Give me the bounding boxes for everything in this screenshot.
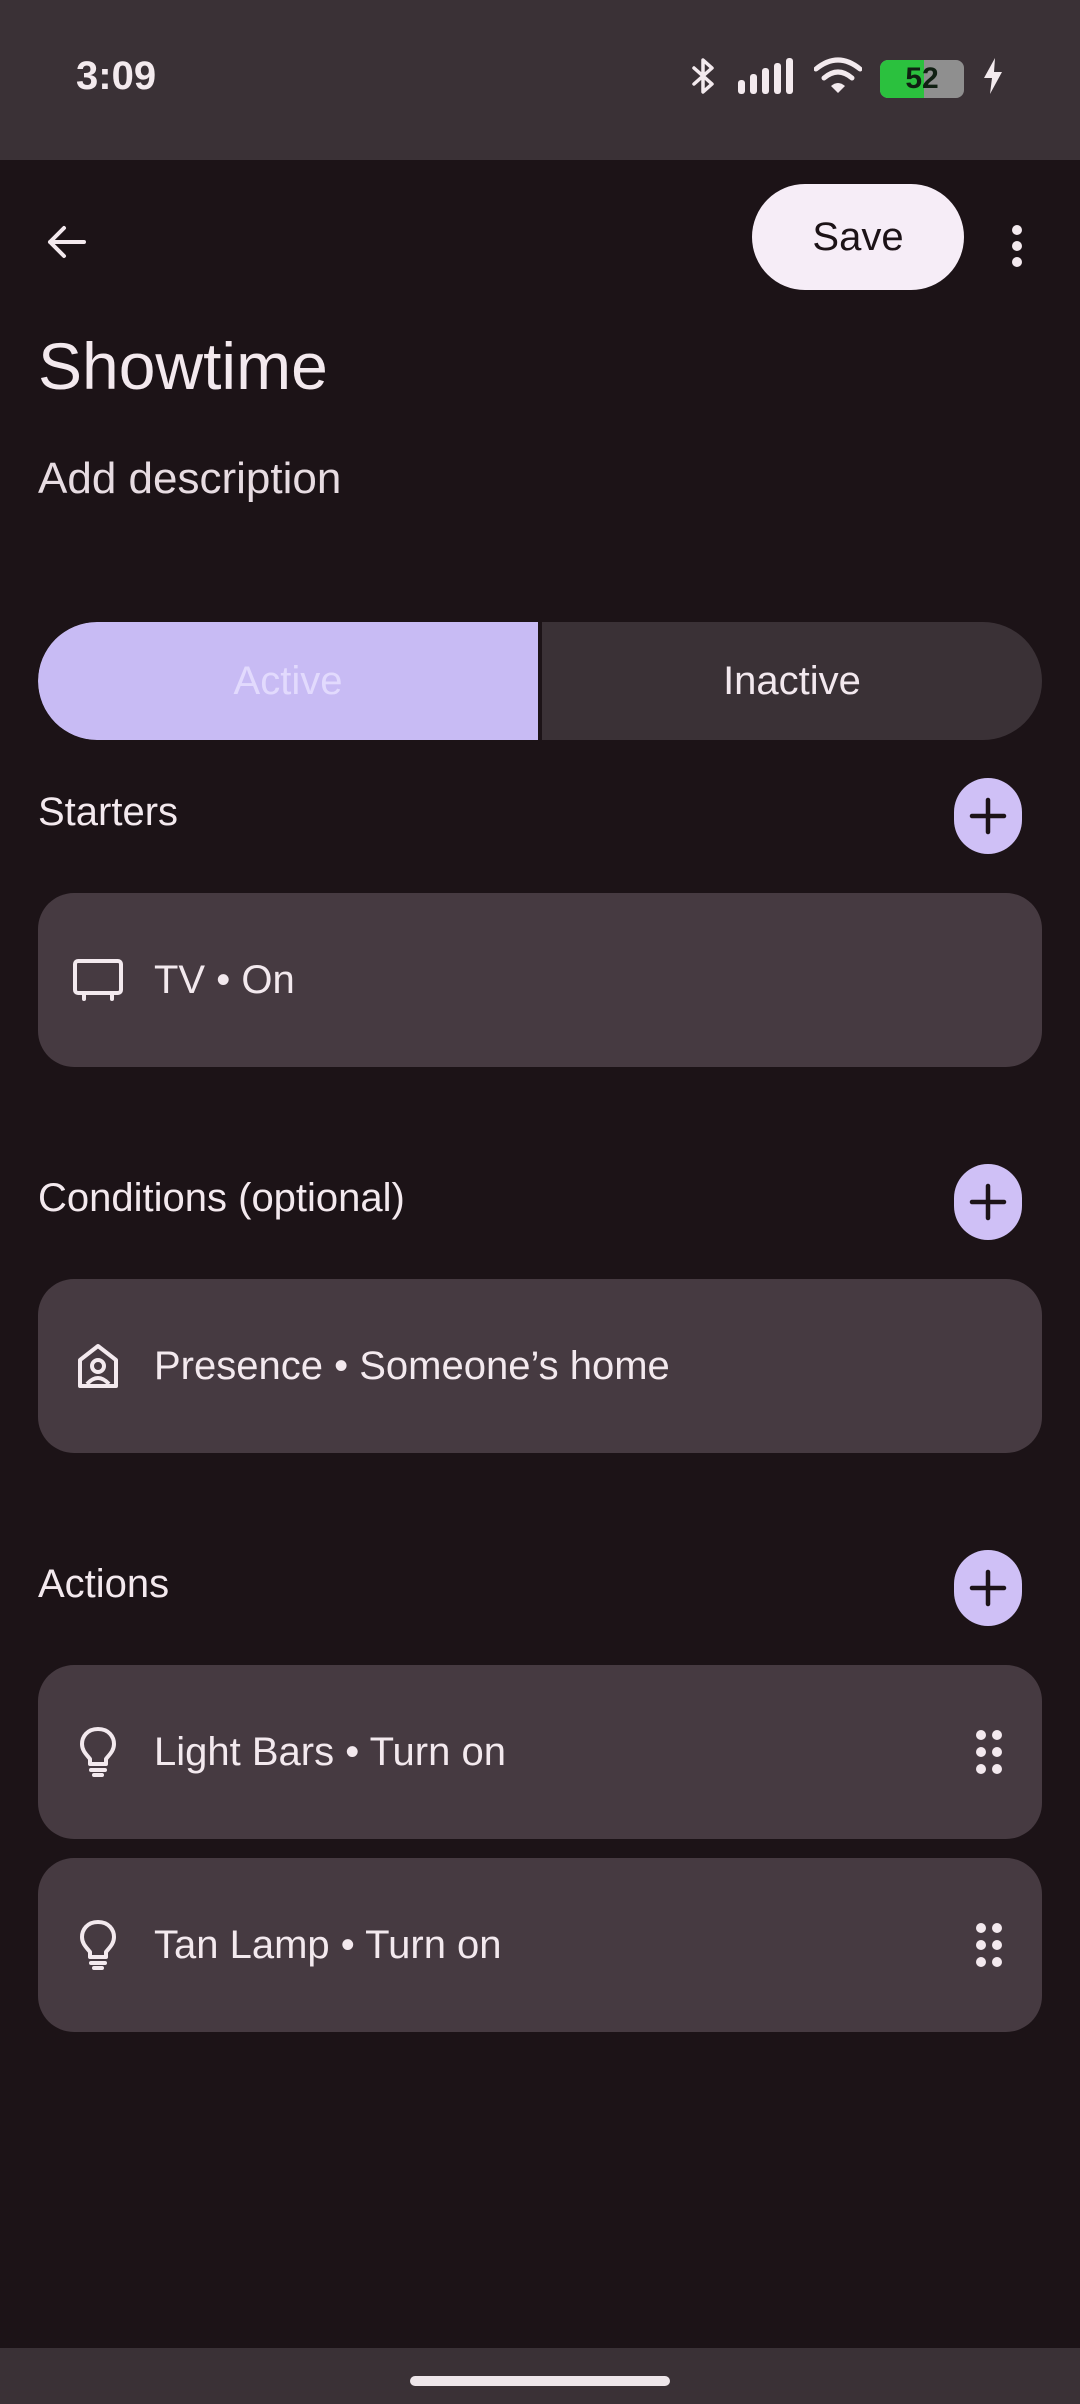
add-condition-button[interactable] bbox=[954, 1164, 1022, 1240]
condition-item[interactable]: Presence • Someone’s home bbox=[38, 1279, 1042, 1453]
back-arrow-icon bbox=[48, 226, 86, 258]
drag-handle-icon[interactable] bbox=[974, 1920, 1004, 1970]
routine-title[interactable]: Showtime bbox=[38, 328, 328, 404]
tv-icon bbox=[68, 950, 128, 1010]
battery-icon: 52 bbox=[880, 59, 964, 98]
home-gesture-handle[interactable] bbox=[410, 2376, 670, 2386]
lightbulb-icon bbox=[68, 1915, 128, 1975]
more-vert-icon bbox=[1012, 225, 1022, 267]
active-segment[interactable]: Active bbox=[38, 622, 542, 740]
action-item-label: Light Bars • Turn on bbox=[154, 1729, 506, 1774]
more-options-button[interactable] bbox=[990, 206, 1044, 286]
starter-item-label: TV • On bbox=[154, 957, 295, 1002]
inactive-segment[interactable]: Inactive bbox=[542, 622, 1042, 740]
description-field[interactable]: Add description bbox=[38, 454, 341, 504]
status-icons: 52 bbox=[688, 56, 1004, 101]
status-time: 3:09 bbox=[76, 54, 157, 98]
add-action-button[interactable] bbox=[954, 1550, 1022, 1626]
plus-icon bbox=[969, 797, 1007, 835]
starters-header: Starters bbox=[38, 790, 179, 834]
presence-icon bbox=[68, 1336, 128, 1396]
lightbulb-icon bbox=[68, 1722, 128, 1782]
conditions-header: Conditions (optional) bbox=[38, 1176, 405, 1220]
starter-item[interactable]: TV • On bbox=[38, 893, 1042, 1067]
save-button[interactable]: Save bbox=[752, 184, 964, 290]
battery-level: 52 bbox=[905, 61, 939, 95]
action-item[interactable]: Light Bars • Turn on bbox=[38, 1665, 1042, 1839]
navigation-bar bbox=[0, 2348, 1080, 2404]
action-item-label: Tan Lamp • Turn on bbox=[154, 1922, 502, 1967]
charging-icon bbox=[982, 58, 1004, 99]
add-starter-button[interactable] bbox=[954, 778, 1022, 854]
action-item[interactable]: Tan Lamp • Turn on bbox=[38, 1858, 1042, 2032]
status-segmented-control: Active Inactive bbox=[38, 622, 1042, 740]
top-app-bar: Save bbox=[0, 160, 1080, 310]
status-bar: 3:09 52 bbox=[0, 0, 1080, 160]
actions-header: Actions bbox=[38, 1562, 170, 1606]
wifi-icon bbox=[813, 57, 863, 100]
plus-icon bbox=[969, 1569, 1007, 1607]
drag-handle-icon[interactable] bbox=[974, 1727, 1004, 1777]
bluetooth-icon bbox=[688, 56, 718, 101]
condition-item-label: Presence • Someone’s home bbox=[154, 1343, 670, 1388]
signal-icon bbox=[736, 58, 796, 99]
back-button[interactable] bbox=[34, 210, 98, 274]
plus-icon bbox=[969, 1183, 1007, 1221]
